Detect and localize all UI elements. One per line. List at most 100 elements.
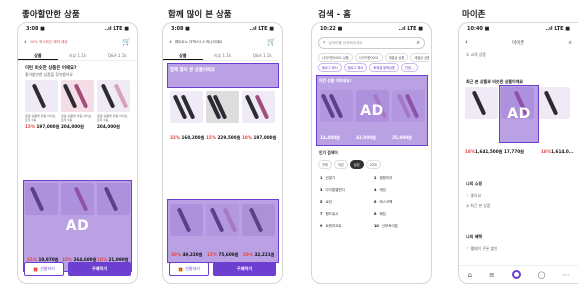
benefit-coupon[interactable]: ♡ 웰메이 쿠폰 할인 bbox=[466, 246, 497, 252]
product-price: 15% 197,000원 bbox=[25, 124, 59, 130]
ranking-item[interactable]: 6 마스크팩 bbox=[374, 200, 392, 205]
tab-product[interactable]: 상품 bbox=[163, 52, 203, 60]
keyword-chip[interactable]: 계절상 상품 bbox=[384, 53, 409, 62]
rank-keyword: 산모토이폰 bbox=[381, 224, 398, 228]
myshop-likes[interactable]: ♡ 좋아요 bbox=[466, 193, 481, 199]
ranking-item[interactable]: 5 로션 bbox=[320, 200, 332, 205]
ranking-item[interactable]: 9 트렌치코트 bbox=[320, 224, 342, 229]
product-price: 15% 75,600원 bbox=[207, 252, 239, 258]
price-value: 160,200원 bbox=[181, 135, 205, 140]
gift-label: 선물하기 bbox=[185, 266, 200, 271]
back-icon[interactable]: ‹ bbox=[323, 40, 325, 46]
keyword-chip[interactable]: 나이키퀸0002 bbox=[354, 53, 383, 62]
rank-keyword: 산딸기 bbox=[325, 176, 336, 180]
status-time: 10:22 ■ bbox=[320, 26, 343, 32]
product-name: 글림 상품명 슬림 아이브로우 5종 bbox=[25, 114, 56, 122]
search-input[interactable]: 검색어를 입력해주세요 bbox=[328, 41, 413, 46]
ranking-tab[interactable]: 20대 bbox=[365, 160, 381, 169]
product-tabs: 상품 리뷰 1.1k Q&A 1.1k bbox=[18, 52, 137, 61]
product-thumb[interactable] bbox=[97, 80, 130, 112]
cart-icon[interactable]: 🛒 bbox=[122, 39, 131, 46]
product-price: 204,000원 bbox=[97, 124, 120, 130]
product-name: 글림 상품명 슬림 아이브로우 5종 bbox=[97, 114, 128, 122]
product-thumb[interactable] bbox=[170, 91, 203, 123]
ranking-item[interactable]: 1 산딸기 bbox=[320, 176, 335, 181]
status-bar: 3:08 ■ ..ıl LTE ■ bbox=[163, 26, 282, 35]
phone-screen-similar: 3:08 ■ ..ıl LTE ■ ‹ 10% 적시하인 예약 제공 🛒 상품 … bbox=[17, 22, 138, 284]
product-thumb-row bbox=[25, 80, 130, 112]
product-thumb[interactable] bbox=[206, 91, 239, 123]
gift-icon: 🎁 bbox=[33, 266, 39, 272]
ranking-item[interactable]: 3 다이얼캘린더 bbox=[320, 188, 345, 193]
ranking-item[interactable]: 4 재킷 bbox=[374, 188, 386, 193]
buy-button[interactable]: 구매하기 bbox=[68, 262, 131, 276]
rank-keyword: 핸드워시 bbox=[325, 212, 339, 216]
product-thumb[interactable] bbox=[25, 80, 58, 112]
rank-number: 6 bbox=[374, 200, 377, 204]
menu-icon[interactable]: ≡ bbox=[489, 271, 495, 279]
keyword-chip[interactable]: 화제셀 블랙상품 bbox=[369, 63, 399, 72]
ranking-tab[interactable]: 남성 bbox=[349, 160, 364, 169]
hub-icon[interactable] bbox=[511, 270, 521, 279]
ranking-item[interactable]: 7 핸드워시 bbox=[320, 212, 338, 217]
search-bar[interactable]: ‹ 검색어를 입력해주세요 ⌕ bbox=[318, 37, 425, 49]
price-value: 197,000원 bbox=[253, 135, 277, 140]
myzone-subtitle: 오 교육 상품 bbox=[466, 52, 486, 57]
discount-rate: 32% bbox=[170, 135, 181, 140]
rank-keyword: 다이얼캘린더 bbox=[325, 188, 345, 192]
keyword-chip[interactable]: 블로그 해서 bbox=[318, 63, 342, 72]
rank-number: 4 bbox=[374, 188, 377, 192]
rank-keyword: 로션 bbox=[325, 200, 332, 204]
rank-number: 9 bbox=[320, 224, 323, 228]
product-title: 웨이트노 더맥스2.0 하나리세트 bbox=[174, 40, 223, 44]
more-icon[interactable]: ⋯ bbox=[562, 271, 569, 279]
ranking-item[interactable]: 10 산모토이폰 bbox=[374, 224, 398, 229]
gift-button[interactable]: 🎁 선물하기 bbox=[169, 262, 209, 276]
keyword-chip[interactable]: 계절상 상품 bbox=[410, 53, 429, 62]
product-thumb[interactable] bbox=[537, 87, 570, 119]
ranking-item[interactable]: 2 캠핑의자 bbox=[374, 176, 392, 181]
tab-qna[interactable]: Q&A 1.1k bbox=[97, 52, 137, 60]
cart-icon[interactable]: 🛒 bbox=[267, 39, 276, 46]
discount-rate: 30% bbox=[171, 252, 182, 257]
tab-review[interactable]: 리뷰 1.1k bbox=[58, 52, 98, 60]
tab-product[interactable]: 상품 bbox=[18, 52, 58, 60]
home-icon[interactable]: ⌂ bbox=[467, 271, 471, 279]
board: 좋아할만한 상품 함께 많이 본 상품 검색 - 홈 마이존 3:08 ■ ..… bbox=[0, 0, 578, 294]
myshop-recent[interactable]: ◎ 최근 본 상품 bbox=[466, 203, 490, 209]
product-price: 14,400원 bbox=[320, 135, 341, 140]
product-thumb[interactable] bbox=[242, 91, 275, 123]
keyword-chip[interactable]: 나이키퀸0001 상품 bbox=[318, 53, 353, 62]
buy-button[interactable]: 구매하기 bbox=[213, 262, 276, 276]
ranking-tabs: 전체 여성 남성 20대 bbox=[318, 160, 429, 169]
product-price: 43,900원 bbox=[356, 135, 377, 140]
price-value: 75,600원 bbox=[218, 252, 239, 257]
product-thumb[interactable] bbox=[61, 80, 94, 112]
tab-review[interactable]: 리뷰 1.1k bbox=[203, 52, 243, 60]
discount-rate: 15% bbox=[206, 135, 217, 140]
keyword-chip[interactable]: 안녕... bbox=[400, 63, 418, 72]
keyword-chip[interactable]: 블로그 해서 bbox=[343, 63, 368, 72]
section-heading: 이런 상품 어떠세요? bbox=[319, 78, 352, 83]
ranking-tab[interactable]: 전체 bbox=[318, 160, 332, 169]
promo-title: 10% 적시하인 예약 제공 bbox=[29, 40, 68, 44]
profile-icon[interactable]: ◯ bbox=[538, 271, 546, 279]
back-icon[interactable]: ‹ bbox=[465, 39, 468, 46]
ranking-item[interactable]: 8 패딩 bbox=[374, 212, 386, 217]
search-icon[interactable]: ⌕ bbox=[569, 39, 572, 46]
price-value: 1,641,500원 bbox=[475, 149, 503, 154]
gift-button[interactable]: 🎁 선물하기 bbox=[24, 262, 64, 276]
product-price: 15% 229,500원 bbox=[206, 135, 240, 141]
ranking-tab[interactable]: 여성 bbox=[333, 160, 348, 169]
discount-rate: 18% bbox=[465, 149, 476, 154]
search-icon[interactable]: ⌕ bbox=[417, 40, 420, 46]
back-icon[interactable]: ‹ bbox=[169, 39, 172, 46]
back-icon[interactable]: ‹ bbox=[24, 39, 27, 46]
status-bar: 10:22 ■ ..ıl LTE ■ bbox=[312, 26, 431, 35]
tab-qna[interactable]: Q&A 1.1k bbox=[242, 52, 282, 60]
rank-keyword: 재킷 bbox=[379, 188, 386, 192]
product-thumb[interactable] bbox=[465, 87, 498, 119]
section-heading: 함께 많이 본 상품이에요 bbox=[170, 68, 215, 73]
top-bar: ‹ 10% 적시하인 예약 제공 🛒 bbox=[18, 36, 137, 49]
status-time: 3:08 ■ bbox=[171, 26, 190, 32]
